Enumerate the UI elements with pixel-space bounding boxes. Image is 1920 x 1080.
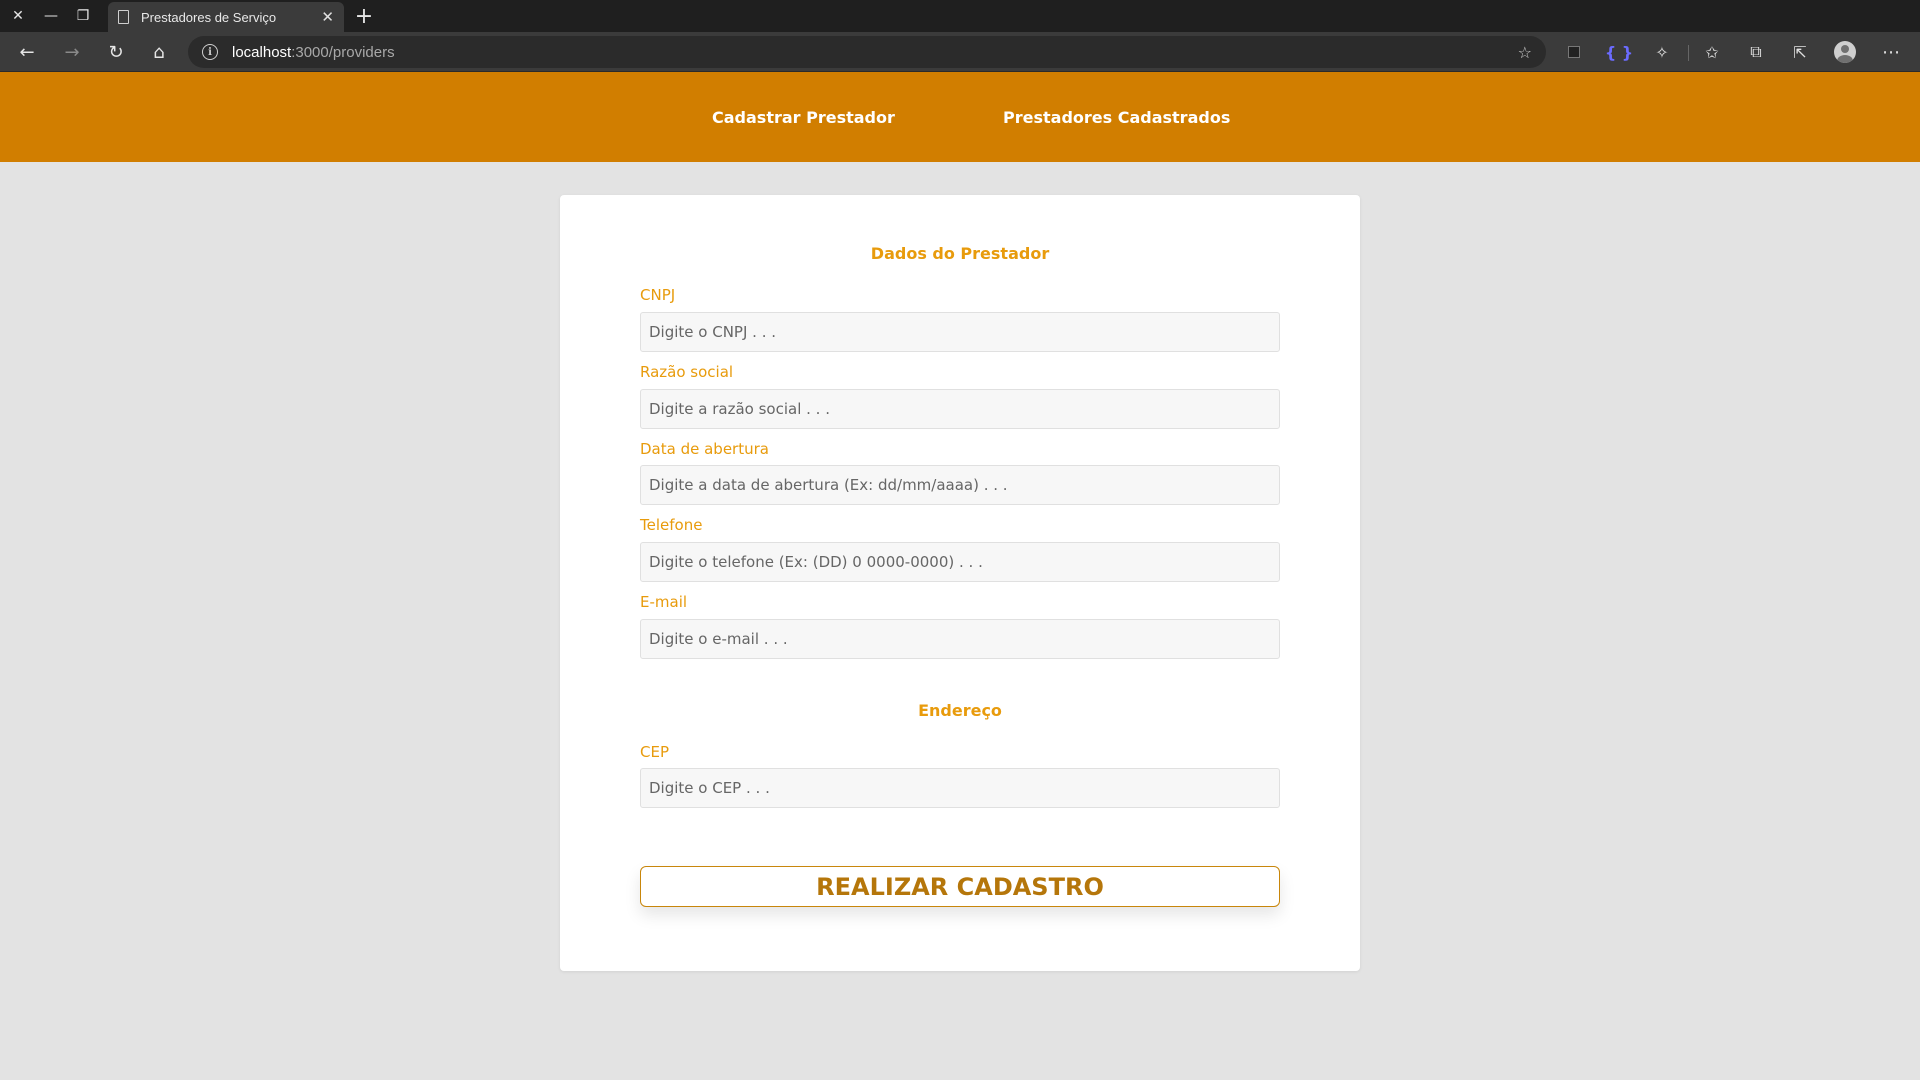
nav-register-provider[interactable]: Cadastrar Prestador xyxy=(712,72,895,162)
json-extension-icon[interactable]: { } xyxy=(1603,36,1635,68)
email-input[interactable] xyxy=(640,619,1280,659)
site-info-icon[interactable]: i xyxy=(202,44,218,60)
toolbar-separator xyxy=(1688,45,1689,61)
browser-tab[interactable]: Prestadores de Serviço ✕ xyxy=(108,2,344,32)
opening-date-input[interactable] xyxy=(640,465,1280,505)
minimize-icon[interactable]: — xyxy=(35,0,67,32)
close-window-icon[interactable]: ✕ xyxy=(2,0,34,32)
collections-icon[interactable]: ⧉ xyxy=(1740,36,1772,68)
phone-input[interactable] xyxy=(640,542,1280,582)
submit-register-button[interactable]: REALIZAR CADASTRO xyxy=(640,866,1280,907)
razao-social-label: Razão social xyxy=(640,363,734,381)
site-header: Cadastrar Prestador Prestadores Cadastra… xyxy=(0,72,1920,162)
restore-icon[interactable]: ❐ xyxy=(67,0,99,32)
nav-registered-providers[interactable]: Prestadores Cadastrados xyxy=(1003,72,1230,162)
profile-avatar[interactable] xyxy=(1829,36,1861,68)
forward-icon[interactable]: → xyxy=(56,36,88,68)
more-menu-icon[interactable]: ⋯ xyxy=(1875,36,1907,68)
back-icon[interactable]: ← xyxy=(11,36,43,68)
browser-tabbar: ✕ — ❐ Prestadores de Serviço ✕ + xyxy=(0,0,1920,32)
phone-label: Telefone xyxy=(640,516,703,534)
tab-close-icon[interactable]: ✕ xyxy=(321,8,334,26)
extensions-puzzle-icon[interactable]: ✧ xyxy=(1646,36,1678,68)
provider-form-card: Dados do Prestador CNPJ Razão social Dat… xyxy=(560,195,1360,971)
favorite-star-icon[interactable]: ☆ xyxy=(1518,43,1532,62)
home-icon[interactable]: ⌂ xyxy=(143,36,175,68)
favorites-icon[interactable]: ✩ xyxy=(1696,36,1728,68)
address-section-title: Endereço xyxy=(918,701,1002,720)
razao-social-input[interactable] xyxy=(640,389,1280,429)
email-label: E-mail xyxy=(640,593,688,611)
browser-toolbar: ← → ↻ ⌂ i localhost :3000/providers ☆ { … xyxy=(0,32,1920,72)
opening-date-label: Data de abertura xyxy=(640,440,769,458)
provider-section-title: Dados do Prestador xyxy=(870,244,1050,263)
share-icon[interactable]: ⇱ xyxy=(1784,36,1816,68)
tab-title: Prestadores de Serviço xyxy=(141,9,277,25)
reload-icon[interactable]: ↻ xyxy=(100,36,132,68)
cnpj-label: CNPJ xyxy=(640,286,676,304)
cep-input[interactable] xyxy=(640,768,1280,808)
cnpj-input[interactable] xyxy=(640,312,1280,352)
extension-icon[interactable] xyxy=(1558,36,1590,68)
address-bar[interactable]: i localhost :3000/providers ☆ xyxy=(188,36,1546,68)
new-tab-icon[interactable]: + xyxy=(352,0,376,32)
url-path: :3000/providers xyxy=(291,43,395,61)
page-icon xyxy=(118,10,129,24)
url-host: localhost xyxy=(232,43,292,61)
cep-label: CEP xyxy=(640,743,669,761)
